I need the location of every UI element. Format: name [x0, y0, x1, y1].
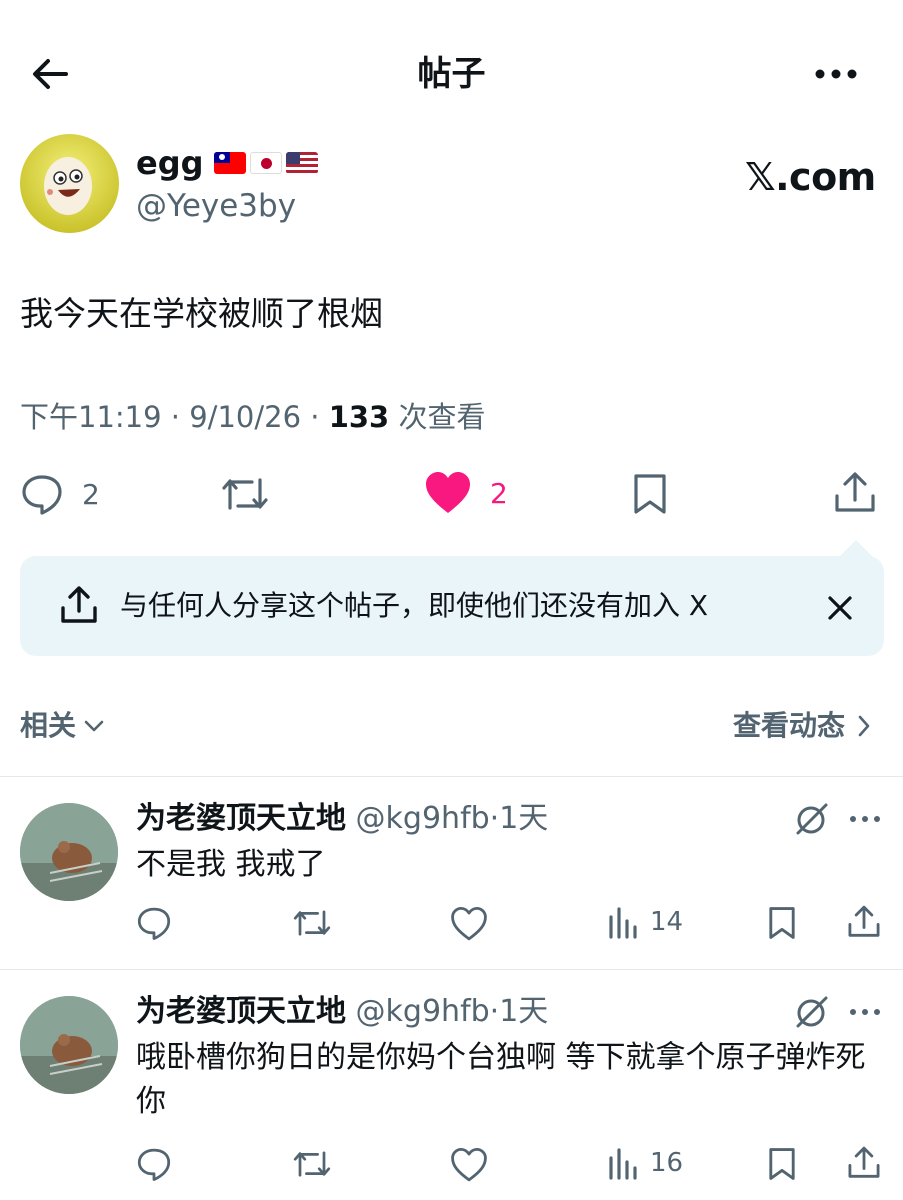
share-upload-icon: [61, 586, 97, 623]
reply-author-handle[interactable]: @kg9hfb: [356, 801, 490, 836]
reply-count: 2: [82, 477, 100, 511]
banner-close-button[interactable]: [820, 588, 860, 628]
page-title: 帖子: [417, 54, 486, 94]
reply-views-button[interactable]: 14: [608, 905, 683, 939]
reply-icon: [137, 1148, 171, 1181]
chevron-down-icon: [84, 720, 104, 732]
author-avatar[interactable]: [20, 134, 119, 233]
egg-avatar-image: [20, 134, 119, 233]
bookmark-icon: [634, 474, 666, 514]
reply-share-button[interactable]: [846, 903, 882, 941]
heart-filled-icon: [426, 472, 470, 513]
author-handle[interactable]: @Yeye3by: [136, 184, 296, 228]
close-icon: [828, 596, 852, 620]
grok-button[interactable]: [794, 801, 830, 837]
share-icon: [835, 472, 875, 512]
reply-avatar[interactable]: [20, 803, 118, 901]
reply-author-name[interactable]: 为老婆顶天立地: [136, 801, 346, 836]
more-horizontal-icon: [850, 816, 880, 822]
reply-more-button[interactable]: [848, 1002, 882, 1022]
share-icon: [848, 1146, 880, 1178]
reply-author-handle[interactable]: @kg9hfb: [356, 994, 490, 1029]
japan-flag-icon: [249, 152, 282, 174]
reply-like-button[interactable]: [450, 1147, 488, 1183]
share-icon: [848, 905, 880, 937]
bar-chart-icon: [609, 907, 637, 939]
bookmark-icon: [769, 907, 795, 939]
view-count: 133: [328, 400, 390, 434]
related-label: 相关: [20, 709, 77, 742]
reply-bookmark-button[interactable]: [766, 905, 798, 941]
x-com-watermark: 𝕏.com: [745, 155, 876, 199]
repost-button[interactable]: [220, 472, 270, 516]
post-time[interactable]: 下午11:19: [20, 400, 162, 434]
reply-time[interactable]: 1天: [499, 994, 548, 1029]
meta-separator: ·: [170, 400, 181, 434]
author-name[interactable]: egg: [136, 140, 318, 186]
reply-views-button[interactable]: 16: [608, 1146, 683, 1180]
share-icon: [60, 585, 98, 625]
repost-icon: [293, 1151, 331, 1177]
share-button[interactable]: [832, 470, 878, 516]
more-options-button[interactable]: [808, 52, 864, 96]
grok-icon: [796, 996, 828, 1028]
post-date[interactable]: 9/10/26: [189, 400, 301, 434]
like-button[interactable]: 2: [424, 470, 508, 516]
bookmark-icon: [769, 1148, 795, 1180]
post-metadata: 下午11:19 · 9/10/26 · 133 次查看: [20, 394, 485, 440]
more-horizontal-icon: [815, 69, 857, 79]
reply-author-name[interactable]: 为老婆顶天立地: [136, 994, 346, 1029]
meta-separator: ·: [310, 400, 320, 434]
reply-share-button[interactable]: [846, 1144, 882, 1182]
author-name-text: egg: [136, 144, 204, 182]
reply-time[interactable]: 1天: [499, 801, 548, 836]
reply-view-count: 16: [650, 1148, 684, 1178]
reply-repost-button[interactable]: [292, 1146, 332, 1182]
reply-icon: [137, 907, 171, 940]
reply-item[interactable]: 为老婆顶天立地 @kg9hfb·1天 哦卧槽你狗日的是你妈个台独啊 等下就拿个原…: [0, 970, 903, 1200]
reply-button[interactable]: 2: [20, 472, 100, 516]
reply-item[interactable]: 为老婆顶天立地 @kg9hfb·1天 不是我 我戒了 14: [0, 777, 903, 969]
reply-reply-button[interactable]: [136, 905, 172, 941]
heart-outline-icon: [451, 1147, 487, 1182]
reply-avatar[interactable]: [20, 996, 118, 1094]
reply-header: 为老婆顶天立地 @kg9hfb·1天: [136, 994, 549, 1029]
reply-view-count: 14: [650, 907, 684, 937]
reply-like-button[interactable]: [450, 906, 488, 942]
bookmark-button[interactable]: [630, 472, 670, 516]
bar-chart-icon: [609, 1148, 637, 1180]
reply-header: 为老婆顶天立地 @kg9hfb·1天: [136, 801, 549, 836]
grok-icon: [796, 803, 828, 835]
view-activity-label: 查看动态: [733, 709, 846, 742]
reply-repost-button[interactable]: [292, 905, 332, 941]
reply-icon: [22, 475, 62, 515]
grok-button[interactable]: [794, 994, 830, 1030]
like-count: 2: [490, 476, 508, 510]
reply-more-button[interactable]: [848, 809, 882, 829]
reply-text: 哦卧槽你狗日的是你妈个台独啊 等下就拿个原子弹炸死你: [136, 1040, 866, 1119]
reply-bookmark-button[interactable]: [766, 1146, 798, 1182]
repost-icon: [293, 910, 331, 936]
view-activity-link[interactable]: 查看动态: [733, 704, 873, 748]
post-text: 我今天在学校被顺了根烟: [20, 294, 383, 333]
taiwan-flag-icon: [213, 152, 246, 174]
view-count-label: 次查看: [398, 400, 486, 434]
reply-reply-button[interactable]: [136, 1146, 172, 1182]
usa-flag-icon: [285, 152, 318, 174]
repost-icon: [222, 478, 268, 510]
more-horizontal-icon: [850, 1009, 880, 1015]
reply-avatar-image: [20, 803, 118, 901]
heart-outline-icon: [451, 906, 487, 941]
reply-text: 不是我 我戒了: [136, 847, 326, 882]
reply-avatar-image: [20, 996, 118, 1094]
related-dropdown[interactable]: 相关: [20, 704, 106, 748]
chevron-right-icon: [858, 715, 870, 737]
share-banner-text[interactable]: 与任何人分享这个帖子，即使他们还没有加入 X: [120, 584, 708, 628]
